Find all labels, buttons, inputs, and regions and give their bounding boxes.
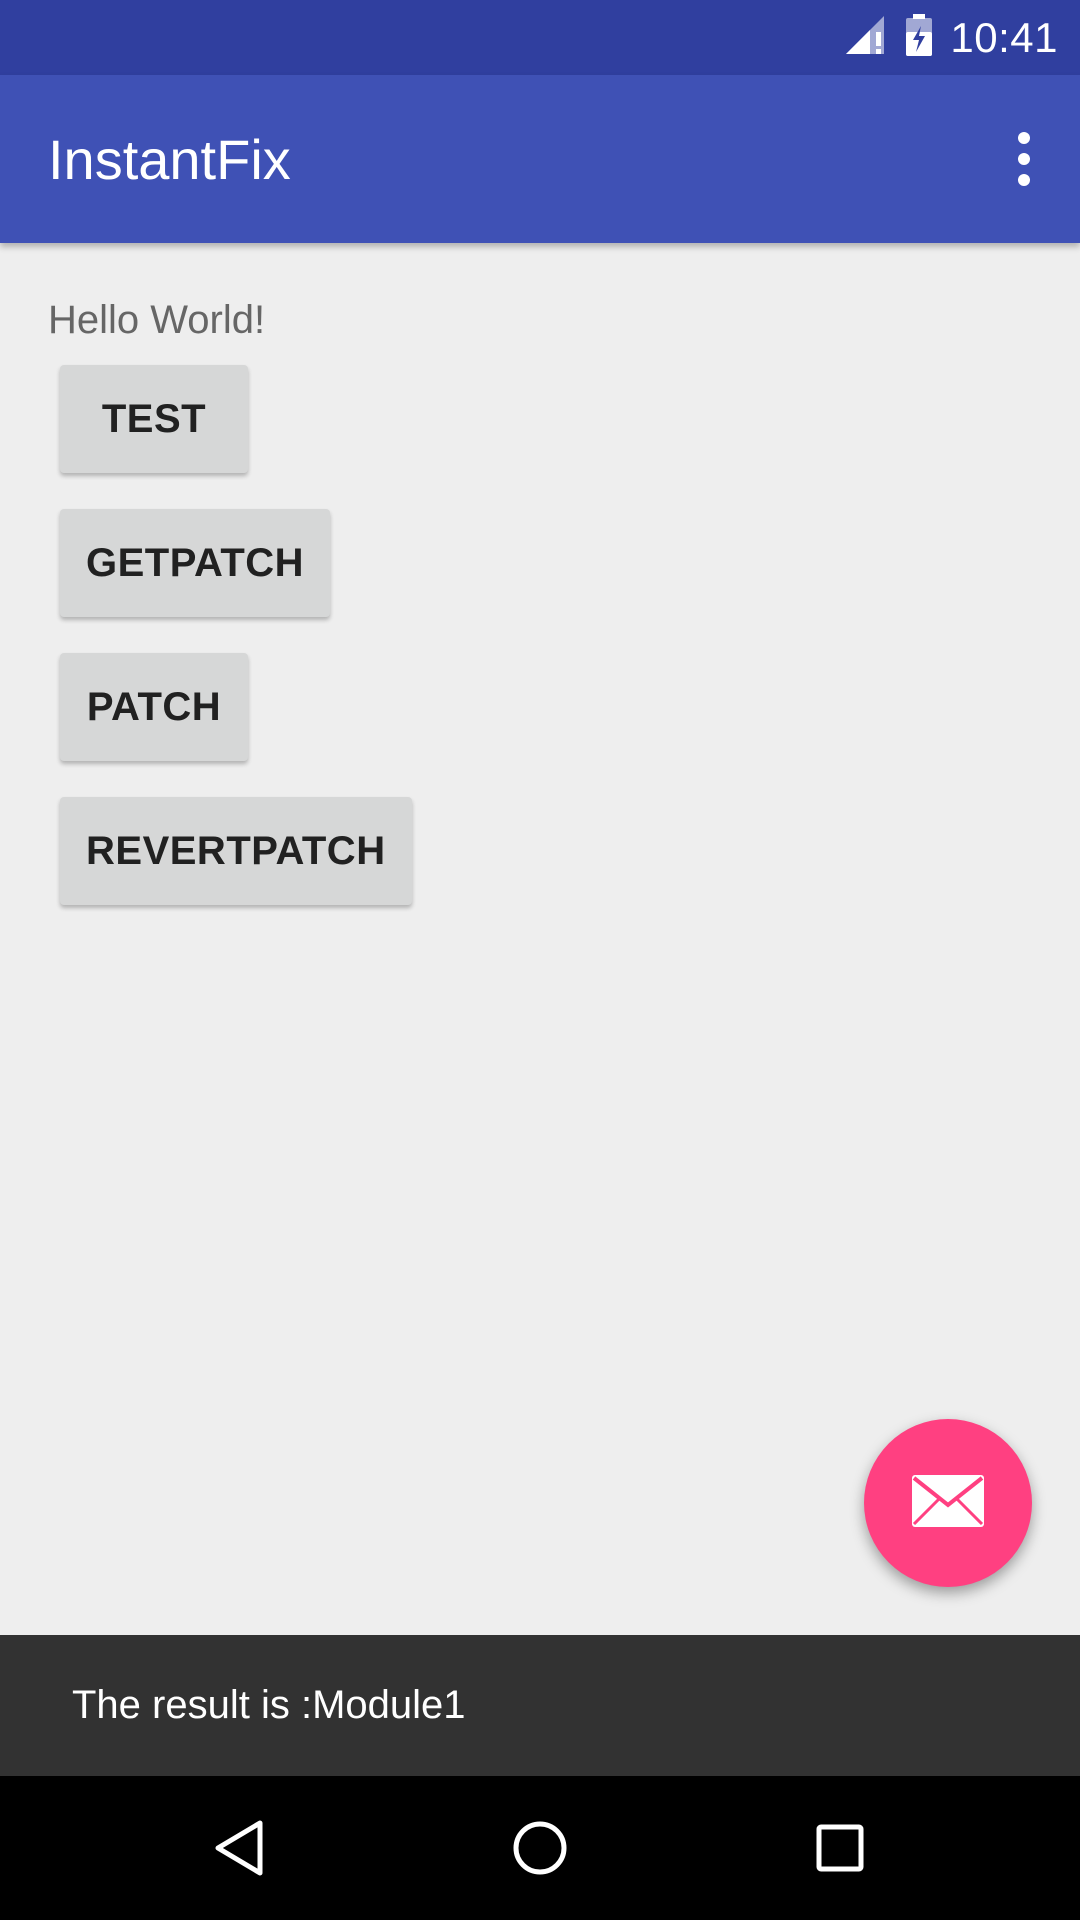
snackbar-text: The result is :Module1: [72, 1683, 466, 1727]
revertpatch-button[interactable]: REVERTPATCH: [60, 797, 412, 905]
getpatch-button[interactable]: GETPATCH: [60, 509, 331, 617]
home-icon[interactable]: [490, 1798, 590, 1898]
patch-button[interactable]: PATCH: [60, 653, 248, 761]
status-bar: 10:41: [0, 0, 1080, 75]
back-icon[interactable]: [190, 1798, 290, 1898]
recents-icon[interactable]: [790, 1798, 890, 1898]
navigation-bar: [0, 1776, 1080, 1920]
battery-icon: [904, 12, 934, 63]
status-time: 10:41: [950, 13, 1058, 61]
app-title: InstantFix: [48, 128, 291, 191]
status-icons: 10:41: [842, 0, 1058, 75]
mail-icon: [910, 1473, 986, 1534]
hello-text: Hello World!: [48, 298, 266, 342]
more-vert-icon[interactable]: [988, 123, 1060, 195]
app-bar: InstantFix: [0, 75, 1080, 243]
signal-icon: [842, 12, 888, 63]
test-button[interactable]: TEST: [60, 365, 248, 473]
fab-button[interactable]: [864, 1419, 1032, 1587]
snackbar: The result is :Module1: [0, 1635, 1080, 1776]
